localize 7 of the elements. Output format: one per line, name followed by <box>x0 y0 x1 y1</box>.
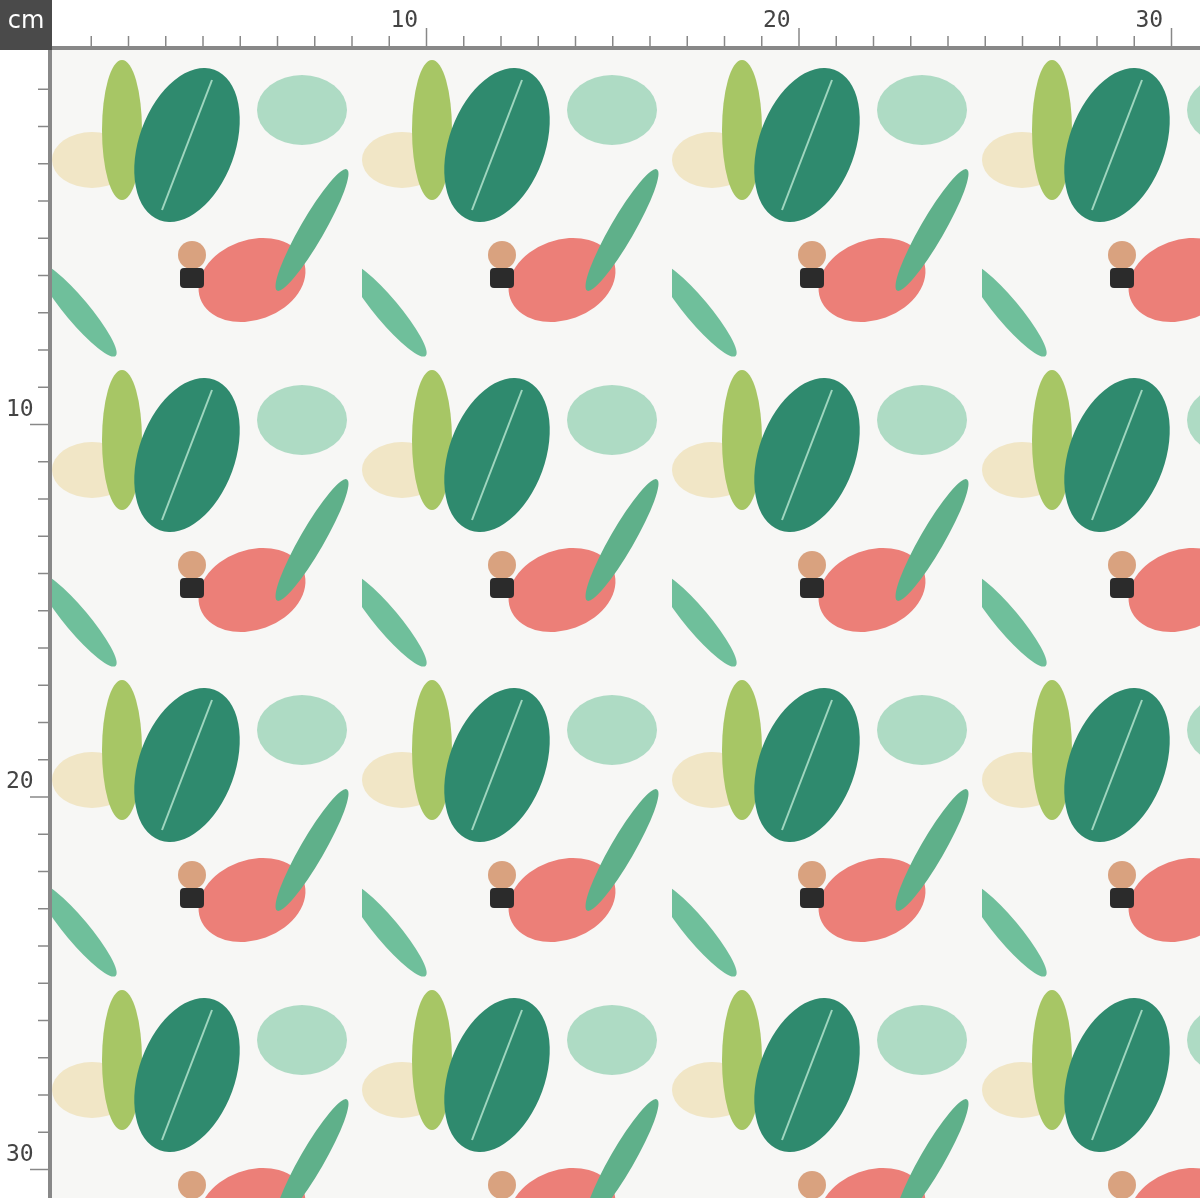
ruler-label: 10 <box>6 396 34 420</box>
ruler-label: 20 <box>763 8 791 31</box>
ruler-label: 30 <box>6 1141 34 1165</box>
ruler-label: 10 <box>390 8 419 31</box>
ruler-label: 30 <box>1135 8 1164 31</box>
ruler-label: 20 <box>6 769 34 792</box>
unit-label: cm <box>0 0 52 50</box>
